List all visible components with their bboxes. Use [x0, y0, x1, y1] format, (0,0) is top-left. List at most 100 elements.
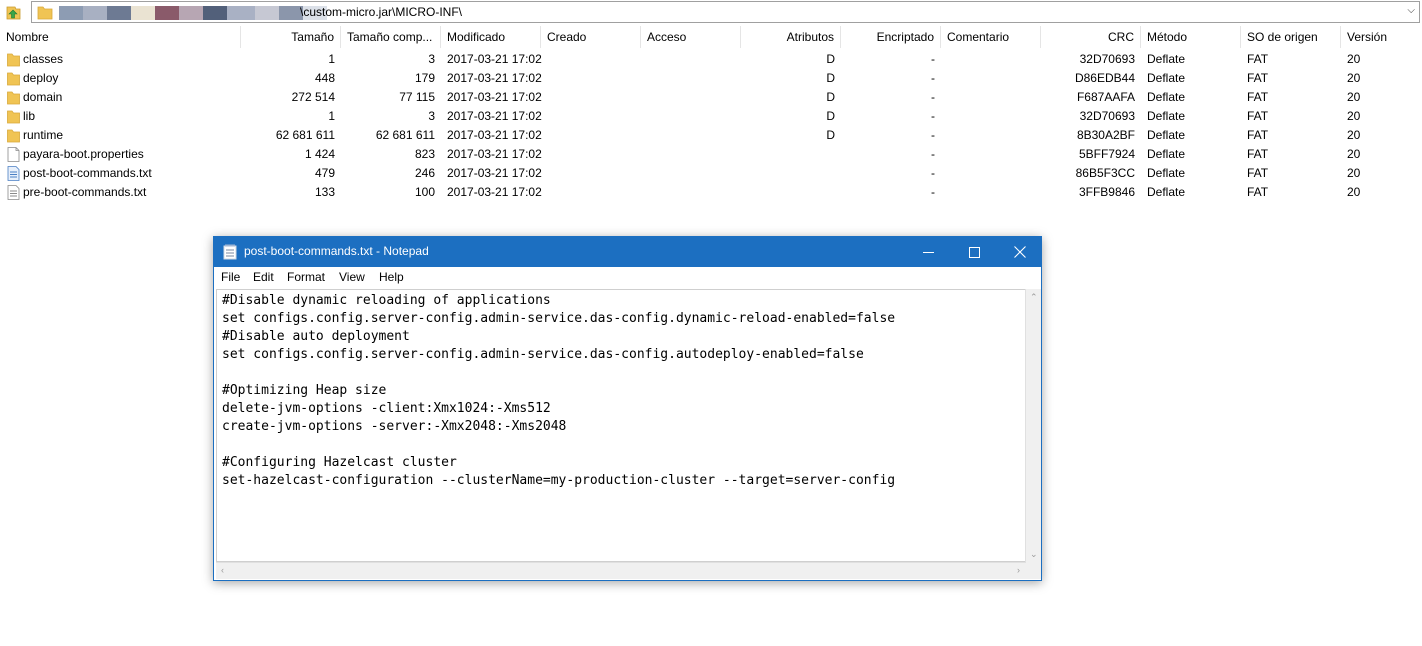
- file-version: 20: [1347, 71, 1361, 85]
- file-row[interactable]: runtime 62 681 611 62 681 611 2017-03-21 17…: [0, 126, 1422, 145]
- folder-icon: [37, 6, 53, 20]
- file-modified: 2017-03-21 17:02: [447, 109, 542, 123]
- file-version: 20: [1347, 90, 1361, 104]
- file-name: post-boot-commands.txt: [23, 166, 152, 180]
- file-host-os: FAT: [1247, 52, 1269, 66]
- header-size[interactable]: Tamaño: [241, 26, 341, 48]
- file-method: Deflate: [1147, 109, 1186, 123]
- file-name: runtime: [23, 128, 64, 142]
- address-field[interactable]: \custom-micro.jar\MICRO-INF\ ⌵: [31, 1, 1420, 23]
- menu-help[interactable]: Help: [379, 270, 404, 284]
- header-created[interactable]: Creado: [541, 26, 641, 48]
- file-size: 62 681 611: [275, 128, 335, 142]
- file-crc: 32D70693: [1079, 52, 1135, 66]
- file-host-os: FAT: [1247, 109, 1269, 123]
- minimize-icon: [922, 251, 934, 253]
- horizontal-scrollbar[interactable]: ‹ ›: [216, 562, 1025, 579]
- file-method: Deflate: [1147, 166, 1186, 180]
- notepad-text-area[interactable]: #Disable dynamic reloading of applicatio…: [216, 289, 1025, 562]
- notepad-content[interactable]: #Disable dynamic reloading of applicatio…: [222, 292, 895, 490]
- menu-file[interactable]: File: [221, 270, 240, 284]
- text-file-icon: [7, 166, 20, 181]
- redaction-block: [131, 6, 155, 20]
- redaction-block: [59, 6, 83, 20]
- file-encrypted: -: [931, 147, 935, 161]
- text-file-icon: [7, 185, 20, 200]
- menu-view[interactable]: View: [339, 270, 365, 284]
- header-accessed[interactable]: Acceso: [641, 26, 741, 48]
- minimize-button[interactable]: [905, 237, 951, 267]
- folder-icon: [7, 129, 20, 143]
- file-method: Deflate: [1147, 128, 1186, 142]
- header-packed-size[interactable]: Tamaño comp...: [341, 26, 441, 48]
- file-packed: 246: [414, 166, 435, 180]
- scroll-up-icon[interactable]: ⌃: [1030, 292, 1038, 303]
- file-row[interactable]: post-boot-commands.txt 479 246 2017-03-21 1…: [0, 164, 1422, 183]
- file-attributes: [741, 164, 835, 183]
- header-version[interactable]: Versión: [1341, 26, 1422, 48]
- file-packed: 77 115: [399, 90, 435, 104]
- file-row[interactable]: deploy 448 179 2017-03-21 17:02 D - D86EDB44 De…: [0, 69, 1422, 88]
- file-crc: 32D70693: [1079, 109, 1135, 123]
- file-method: Deflate: [1147, 52, 1186, 66]
- file-packed: 823: [414, 147, 435, 161]
- file-size: 1: [328, 109, 335, 123]
- file-size: 1 424: [304, 147, 335, 161]
- file-size: 133: [314, 185, 335, 199]
- address-path: \custom-micro.jar\MICRO-INF\: [300, 5, 462, 19]
- size-grip[interactable]: [1025, 563, 1041, 579]
- file-row[interactable]: classes 1 3 2017-03-21 17:02 D - 32D70693 Defla…: [0, 50, 1422, 69]
- notepad-titlebar[interactable]: post-boot-commands.txt - Notepad: [214, 237, 1041, 267]
- file-encrypted: -: [931, 109, 935, 123]
- file-method: Deflate: [1147, 185, 1186, 199]
- header-name[interactable]: Nombre: [0, 26, 241, 48]
- file-modified: 2017-03-21 17:02: [447, 52, 542, 66]
- file-method: Deflate: [1147, 71, 1186, 85]
- redaction-block: [83, 6, 107, 20]
- file-packed: 3: [428, 109, 435, 123]
- folder-icon: [7, 91, 20, 105]
- scroll-down-icon[interactable]: ⌄: [1030, 549, 1038, 560]
- file-row[interactable]: lib 1 3 2017-03-21 17:02 D - 32D70693 Deflate FA…: [0, 107, 1422, 126]
- file-row[interactable]: payara-boot.properties 1 424 823 2017-03-21…: [0, 145, 1422, 164]
- notepad-title: post-boot-commands.txt - Notepad: [244, 244, 429, 258]
- file-modified: 2017-03-21 17:02: [447, 147, 542, 161]
- file-packed: 100: [414, 185, 435, 199]
- file-attributes: D: [826, 128, 835, 142]
- redaction-block: [227, 6, 255, 20]
- chevron-down-icon[interactable]: ⌵: [1407, 5, 1415, 16]
- file-encrypted: -: [931, 52, 935, 66]
- file-encrypted: -: [931, 128, 935, 142]
- header-modified[interactable]: Modificado: [441, 26, 541, 48]
- file-row[interactable]: domain 272 514 77 115 2017-03-21 17:02 D - F68…: [0, 88, 1422, 107]
- file-version: 20: [1347, 109, 1361, 123]
- file-attributes: D: [826, 109, 835, 123]
- file-attributes: D: [826, 90, 835, 104]
- scroll-left-icon[interactable]: ‹: [221, 565, 224, 575]
- menu-format[interactable]: Format: [287, 270, 325, 284]
- redacted-path-segment: [59, 6, 331, 20]
- up-folder-button[interactable]: [3, 3, 23, 23]
- header-crc[interactable]: CRC: [1041, 26, 1141, 48]
- vertical-scrollbar[interactable]: ⌃ ⌄: [1025, 289, 1041, 563]
- file-version: 20: [1347, 128, 1361, 142]
- file-modified: 2017-03-21 17:02: [447, 128, 542, 142]
- file-name: classes: [23, 52, 64, 66]
- notepad-menubar: File Edit Format View Help: [214, 267, 1041, 287]
- header-attributes[interactable]: Atributos: [741, 26, 841, 48]
- header-comment[interactable]: Comentario: [941, 26, 1041, 48]
- header-encrypted[interactable]: Encriptado: [841, 26, 941, 48]
- close-button[interactable]: [997, 237, 1043, 267]
- file-modified: 2017-03-21 17:02: [447, 90, 542, 104]
- file-encrypted: -: [931, 166, 935, 180]
- redaction-block: [203, 6, 227, 20]
- file-name: payara-boot.properties: [23, 147, 144, 161]
- file-host-os: FAT: [1247, 128, 1269, 142]
- file-row[interactable]: pre-boot-commands.txt 133 100 2017-03-21 17…: [0, 183, 1422, 202]
- header-host-os[interactable]: SO de origen: [1241, 26, 1341, 48]
- menu-edit[interactable]: Edit: [253, 270, 274, 284]
- file-size: 479: [314, 166, 335, 180]
- header-method[interactable]: Método: [1141, 26, 1241, 48]
- scroll-right-icon[interactable]: ›: [1017, 565, 1020, 575]
- maximize-button[interactable]: [951, 237, 997, 267]
